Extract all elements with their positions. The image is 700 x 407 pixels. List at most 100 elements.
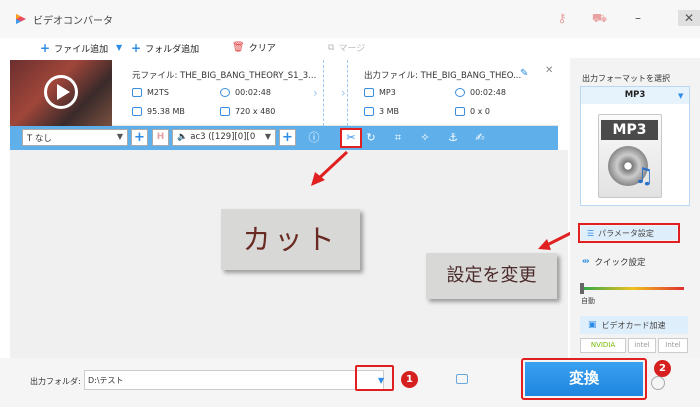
auto-label: 自動 <box>581 297 595 305</box>
chip-icon: ▣ <box>588 320 597 330</box>
cut-callout: カット <box>221 209 360 270</box>
folder-icon <box>132 107 142 116</box>
rotate-icon[interactable]: ↻ <box>364 131 378 145</box>
remove-file-icon[interactable]: ✕ <box>545 65 553 76</box>
folder-icon <box>364 107 374 116</box>
add-file-dropdown-icon[interactable]: ▼ <box>116 43 122 52</box>
quick-settings-label: クイック設定 <box>594 258 646 268</box>
plus-icon: + <box>131 41 142 55</box>
audio-track-select[interactable]: 🔈 ac3 ([129][0][0 ▼ <box>172 129 276 146</box>
music-note-icon: ♫ <box>634 164 654 189</box>
edit-name-icon[interactable]: ✎ <box>520 68 528 79</box>
source-resolution-value: 720 x 480 <box>235 107 276 116</box>
add-file-button[interactable]: + ファイル追加 <box>40 41 108 55</box>
chevron-right-icon: › <box>313 86 318 100</box>
open-folder-icon[interactable] <box>456 374 468 384</box>
output-format-title: 出力フォーマットを選択 <box>582 74 670 83</box>
merge-label: マージ <box>338 44 366 54</box>
source-duration-value: 00:02:48 <box>235 88 271 97</box>
output-duration: 00:02:48 <box>455 88 506 97</box>
quality-slider[interactable] <box>582 287 684 290</box>
subtitle-select[interactable]: T なし ▼ <box>22 129 128 146</box>
cart-icon[interactable]: ⛟ <box>592 11 607 25</box>
quick-settings-button[interactable]: ⇹ クイック設定 <box>582 256 646 268</box>
parameter-settings-button[interactable]: ☰ パラメータ設定 <box>581 226 677 240</box>
output-size: 3 MB <box>364 107 399 116</box>
resolution-icon <box>455 107 465 116</box>
clock-icon <box>220 88 230 97</box>
subtitle-edit-icon[interactable]: ✍ <box>473 131 487 145</box>
add-subtitle-button[interactable]: + <box>131 129 148 146</box>
crop-icon[interactable]: ⌗ <box>391 131 405 145</box>
change-settings-callout: 設定を変更 <box>426 253 557 299</box>
file-item[interactable]: 元ファイル: THE_BIG_BANG_THEORY_S1_3... M2TS … <box>10 60 558 126</box>
format-icon <box>364 88 374 97</box>
nvidia-badge: NVIDIA <box>580 338 626 353</box>
source-format-value: M2TS <box>147 88 169 97</box>
output-folder-field[interactable]: D:\テスト <box>84 370 384 390</box>
main-toolbar: + ファイル追加 ▼ + フォルダ追加 🗑 クリア ⧉ マージ <box>10 38 570 58</box>
key-icon[interactable]: ⚷ <box>555 11 569 25</box>
subtitle-icon: T <box>27 134 35 144</box>
effect-wand-icon[interactable]: ✧ <box>418 131 432 145</box>
step-2-badge: 2 <box>654 360 671 377</box>
info-icon[interactable]: ⓘ <box>307 131 321 145</box>
output-folder-dropdown[interactable] <box>355 365 394 391</box>
mp3-badge: MP3 <box>601 120 658 140</box>
clear-label: クリア <box>248 44 276 54</box>
add-folder-label: フォルダ追加 <box>145 44 200 55</box>
intel-badge: Intel <box>658 338 688 353</box>
resolution-icon <box>220 107 230 116</box>
chevron-down-icon: ▼ <box>116 132 123 141</box>
source-size-value: 95.38 MB <box>147 107 185 116</box>
gpu-accel-label: ビデオカード加速 <box>601 320 666 330</box>
source-format: M2TS <box>132 88 169 97</box>
convert-button[interactable]: 変換 <box>525 362 643 396</box>
hevc-icon[interactable]: H <box>152 129 169 146</box>
add-file-label: ファイル追加 <box>54 44 109 55</box>
sliders-icon: ☰ <box>587 228 595 238</box>
trash-icon: 🗑 <box>232 42 245 53</box>
subtitle-select-value: なし <box>34 134 52 144</box>
play-icon[interactable] <box>44 75 78 109</box>
format-selector-value[interactable]: MP3 <box>581 87 689 104</box>
speaker-icon: 🔈 <box>177 132 191 142</box>
merge-icon: ⧉ <box>328 42 335 53</box>
chevron-down-icon[interactable]: ▼ <box>678 92 683 100</box>
title-bar: ビデオコンバータ ⚷ ⛟ – ✕ <box>0 0 700 38</box>
step-1-badge: 1 <box>401 371 418 388</box>
slider-handle[interactable] <box>580 283 584 294</box>
schedule-icon[interactable] <box>651 376 665 390</box>
output-format-value: MP3 <box>379 88 396 97</box>
add-folder-button[interactable]: + フォルダ追加 <box>131 41 199 55</box>
output-resolution-value: 0 x 0 <box>470 107 490 116</box>
video-thumbnail[interactable] <box>10 60 112 126</box>
source-resolution: 720 x 480 <box>220 107 275 116</box>
output-file-name: 出力ファイル: THE_BIG_BANG_THEO... <box>364 71 522 81</box>
output-size-value: 3 MB <box>379 107 400 116</box>
close-window-button[interactable]: ✕ <box>678 10 700 26</box>
watermark-icon[interactable]: ⚓ <box>446 131 460 145</box>
plus-icon: + <box>40 41 51 55</box>
clear-button[interactable]: 🗑 クリア <box>232 41 276 54</box>
edit-toolbar: T なし ▼ + H 🔈 ac3 ([129][0][0 ▼ + ⓘ ✂ ↻ ⌗… <box>10 126 558 150</box>
parameter-settings-label: パラメータ設定 <box>598 228 654 238</box>
chevron-down-icon[interactable]: ▼ <box>378 376 384 385</box>
source-duration: 00:02:48 <box>220 88 271 97</box>
clock-icon <box>455 88 465 97</box>
arrow-to-cut-annotation <box>311 150 349 186</box>
minimize-button[interactable]: – <box>630 10 646 26</box>
chevron-right-icon: › <box>341 86 346 100</box>
format-icon <box>132 88 142 97</box>
source-size: 95.38 MB <box>132 107 185 116</box>
gpu-accel-button[interactable]: ▣ ビデオカード加速 <box>580 316 688 334</box>
app-title: ビデオコンバータ <box>33 16 113 27</box>
merge-button[interactable]: ⧉ マージ <box>328 41 366 55</box>
intel-badge: intel <box>628 338 656 353</box>
divider <box>347 60 348 126</box>
quick-settings-icon: ⇹ <box>582 257 590 267</box>
output-resolution: 0 x 0 <box>455 107 490 116</box>
add-audio-button[interactable]: + <box>279 129 296 146</box>
cut-scissors-button[interactable]: ✂ <box>340 128 362 148</box>
audio-track-value: ac3 ([129][0][0 <box>190 132 256 142</box>
